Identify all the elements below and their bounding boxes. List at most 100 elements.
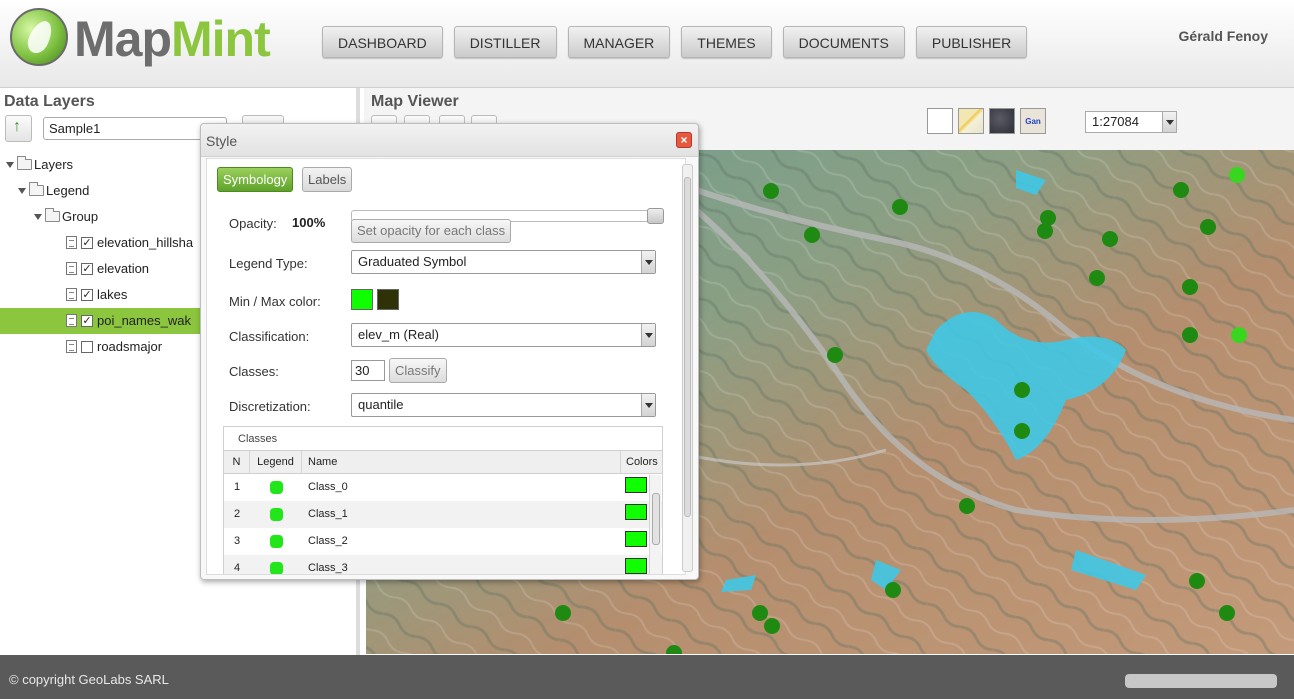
nav-documents-button[interactable]: DOCUMENTS <box>782 26 905 58</box>
nav-distiller-button[interactable]: DISTILLER <box>453 26 557 58</box>
leaf-logo-icon <box>10 8 68 66</box>
tree-item-label: elevation <box>97 261 150 276</box>
table-row[interactable]: 4 Class_3 <box>224 555 662 574</box>
discretization-value: quantile <box>358 397 404 412</box>
layer-icon <box>66 262 77 275</box>
table-row[interactable]: 2 Class_1 <box>224 501 662 528</box>
folder-icon <box>29 182 44 196</box>
tab-labels[interactable]: Labels <box>302 167 353 192</box>
classes-caption: Classes <box>238 433 278 445</box>
layer-icon <box>66 314 77 327</box>
class-number: 2 <box>233 508 241 520</box>
discretization-select[interactable]: quantile <box>351 393 656 417</box>
style-dialog-body: Symbology Labels Opacity: 100% Set opaci… <box>206 158 686 575</box>
mapmint-app: MapMint DASHBOARD DISTILLER MANAGER THEM… <box>0 0 1294 699</box>
tree-item-label: lakes <box>97 287 128 302</box>
style-dialog-titlebar[interactable]: Style × <box>201 124 698 157</box>
style-dialog-title: Style <box>206 133 238 149</box>
col-colors-header[interactable]: Colors <box>621 451 662 474</box>
blank-icon[interactable] <box>927 108 953 134</box>
minmax-color-label: Min / Max color: <box>229 294 321 309</box>
classes-grid-scroll-thumb[interactable] <box>652 493 660 545</box>
chevron-down-icon <box>1162 112 1176 132</box>
expand-arrow-icon[interactable] <box>18 188 26 194</box>
col-name-header[interactable]: Name <box>302 451 621 474</box>
chevron-down-icon <box>641 324 655 346</box>
google-icon[interactable]: Gan <box>1020 108 1046 134</box>
legend-symbol-icon <box>270 481 283 494</box>
table-row[interactable]: 1 Class_0 <box>224 474 662 501</box>
classes-count-input[interactable]: 30 <box>351 360 385 381</box>
layer-visibility-checkbox[interactable] <box>81 341 93 353</box>
chevron-down-icon <box>641 394 655 416</box>
footer-progress-bar <box>1125 674 1277 688</box>
roads-icon[interactable] <box>958 108 984 134</box>
class-name[interactable]: Class_2 <box>308 528 608 555</box>
class-color-swatch[interactable] <box>625 558 647 574</box>
legend-type-select[interactable]: Graduated Symbol <box>351 250 656 274</box>
classification-value: elev_m (Real) <box>358 327 439 342</box>
header: MapMint DASHBOARD DISTILLER MANAGER THEM… <box>0 0 1294 88</box>
col-n-header[interactable]: N <box>224 451 250 474</box>
class-color-swatch[interactable] <box>625 504 647 520</box>
scale-select[interactable]: 1:27084 <box>1085 111 1177 133</box>
nav-themes-button[interactable]: THEMES <box>681 26 772 58</box>
class-number: 3 <box>233 535 241 547</box>
class-name[interactable]: Class_1 <box>308 501 608 528</box>
class-color-cell[interactable] <box>621 474 649 501</box>
classes-grid-scrollbar[interactable] <box>649 475 661 574</box>
class-color-cell[interactable] <box>621 528 649 555</box>
class-color-cell[interactable] <box>621 501 649 528</box>
classification-select[interactable]: elev_m (Real) <box>351 323 656 347</box>
classes-grid-rows: 1 Class_0 2 Class_1 3 Class_2 4 Class_3 <box>224 474 662 574</box>
layer-visibility-checkbox[interactable]: ✓ <box>81 289 93 301</box>
class-legend-cell <box>250 528 302 555</box>
class-color-swatch[interactable] <box>625 531 647 547</box>
dialog-scrollbar[interactable] <box>682 164 693 572</box>
chevron-down-icon <box>641 251 655 273</box>
user-name[interactable]: Gérald Fenoy <box>1179 28 1268 44</box>
table-row[interactable]: 3 Class_2 <box>224 528 662 555</box>
close-icon[interactable]: × <box>676 132 692 148</box>
expand-arrow-icon[interactable] <box>34 214 42 220</box>
scale-value: 1:27084 <box>1092 114 1139 129</box>
copyright-text: © copyright GeoLabs SARL <box>9 672 169 687</box>
dialog-scroll-thumb[interactable] <box>684 177 691 517</box>
class-name[interactable]: Class_0 <box>308 474 608 501</box>
classes-label: Classes: <box>229 364 279 379</box>
legend-symbol-icon <box>270 562 283 574</box>
layer-visibility-checkbox[interactable]: ✓ <box>81 315 93 327</box>
class-color-swatch[interactable] <box>625 477 647 493</box>
layer-icon <box>66 340 77 353</box>
main-nav: DASHBOARD DISTILLER MANAGER THEMES DOCUM… <box>322 26 1028 58</box>
class-legend-cell <box>250 474 302 501</box>
class-name[interactable]: Class_3 <box>308 555 608 574</box>
classify-button[interactable]: Classify <box>389 358 447 383</box>
classes-grid-header: N Legend Name Colors <box>224 450 662 474</box>
opacity-slider-handle[interactable] <box>647 208 664 224</box>
expand-arrow-icon[interactable] <box>6 162 14 168</box>
logo[interactable]: MapMint <box>10 8 280 70</box>
class-color-cell[interactable] <box>621 555 649 574</box>
layer-icon <box>66 288 77 301</box>
nav-dashboard-button[interactable]: DASHBOARD <box>322 26 443 58</box>
legend-type-label: Legend Type: <box>229 256 308 271</box>
max-color-swatch[interactable] <box>377 289 399 310</box>
folder-icon <box>45 208 60 222</box>
nav-manager-button[interactable]: MANAGER <box>567 26 671 58</box>
tree-item-label: roadsmajor <box>97 339 163 354</box>
class-legend-cell <box>250 555 302 574</box>
nav-publisher-button[interactable]: PUBLISHER <box>915 26 1028 58</box>
data-layers-title: Data Layers <box>4 93 95 110</box>
classification-label: Classification: <box>229 329 310 344</box>
upload-icon[interactable] <box>5 115 32 142</box>
set-opacity-button[interactable]: Set opacity for each class <box>351 219 512 243</box>
style-dialog: Style × Symbology Labels Opacity: 100% S… <box>200 123 699 580</box>
tab-symbology[interactable]: Symbology <box>217 167 294 192</box>
tree-item-label: Group <box>62 209 99 224</box>
min-color-swatch[interactable] <box>351 289 373 310</box>
satellite-icon[interactable] <box>989 108 1015 134</box>
layer-visibility-checkbox[interactable]: ✓ <box>81 263 93 275</box>
col-legend-header[interactable]: Legend <box>250 451 302 474</box>
layer-visibility-checkbox[interactable]: ✓ <box>81 237 93 249</box>
